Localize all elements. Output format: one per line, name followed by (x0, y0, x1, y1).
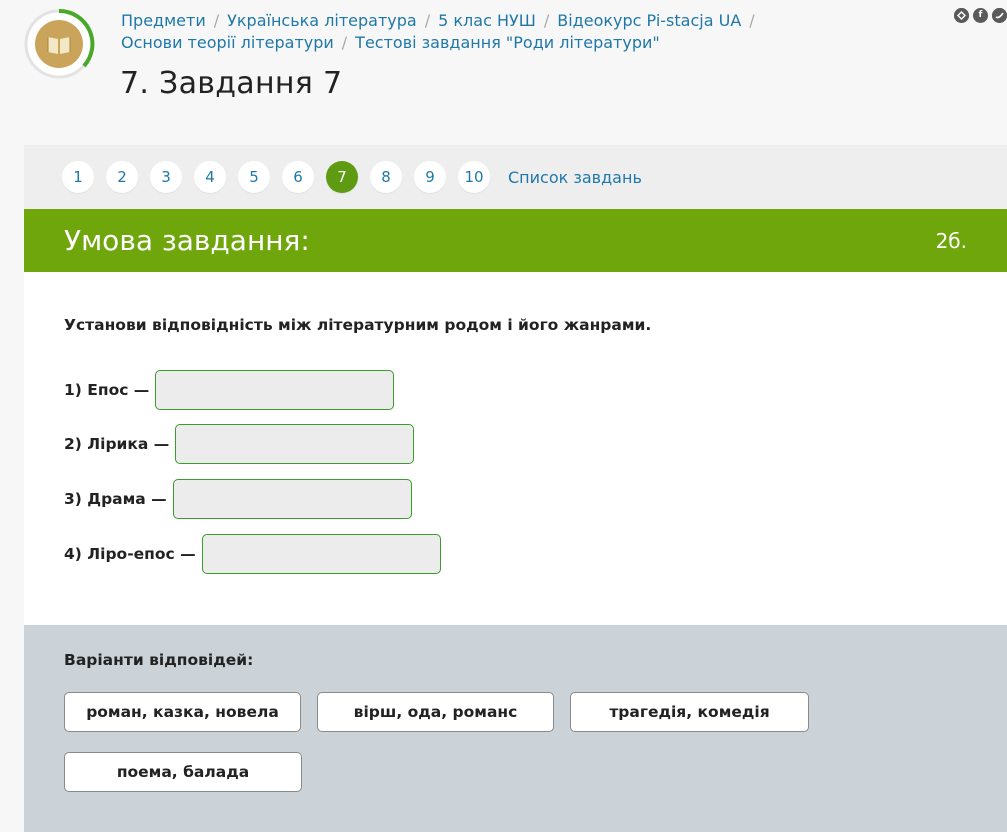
task-number-8[interactable]: 8 (370, 161, 402, 193)
breadcrumb-tests[interactable]: Тестові завдання "Роди літератури" (355, 33, 660, 52)
breadcrumb-subjects[interactable]: Предмети (121, 11, 206, 30)
breadcrumb-grade-5[interactable]: 5 клас НУШ (438, 11, 536, 30)
match-row-lyro-epos: 4) Ліро-епос — (64, 534, 441, 574)
breadcrumb-separator: / (543, 11, 550, 30)
drop-zone-4[interactable] (201, 534, 441, 574)
task-number-4[interactable]: 4 (194, 161, 226, 193)
facebook-icon[interactable]: f (973, 8, 988, 23)
task-number-2[interactable]: 2 (106, 161, 138, 193)
task-list-link[interactable]: Список завдань (508, 168, 642, 187)
match-row-drama: 3) Драма — (64, 479, 412, 519)
row-label: 4) Ліро-епос — (64, 545, 196, 563)
share-icons: f (954, 8, 1007, 23)
task-number-6[interactable]: 6 (282, 161, 314, 193)
task-number-7-active[interactable]: 7 (326, 161, 358, 193)
match-row-lyrics: 2) Лірика — (64, 424, 415, 464)
task-instruction: Установи відповідність між літературним … (64, 316, 652, 334)
row-label: 1) Епос — (64, 381, 150, 399)
condition-header: Умова завдання: 2б. (24, 209, 1007, 272)
row-label: 2) Лірика — (64, 435, 170, 453)
score-badge: 2б. (935, 228, 967, 253)
breadcrumb-videocourse[interactable]: Відеокурс Pi-stacja UA (557, 11, 741, 30)
answer-chip-3[interactable]: трагедія, комедія (570, 692, 809, 732)
breadcrumb-separator: / (749, 11, 755, 30)
match-row-epos: 1) Епос — (64, 370, 395, 410)
breadcrumb-separator: / (341, 33, 348, 52)
drop-zone-3[interactable] (172, 479, 412, 519)
drop-zone-2[interactable] (175, 424, 415, 464)
breadcrumb-separator: / (424, 11, 431, 30)
answer-chip-2[interactable]: вірш, ода, романс (317, 692, 554, 732)
task-number-10[interactable]: 10 (458, 161, 490, 193)
answer-options-panel: Варіанти відповідей: роман, казка, новел… (24, 625, 1007, 832)
row-label: 3) Драма — (64, 490, 167, 508)
book-logo-icon (22, 8, 96, 79)
answers-title: Варіанти відповідей: (64, 651, 254, 669)
condition-title: Умова завдання: (64, 224, 310, 257)
breadcrumb-theory[interactable]: Основи теорії літератури (121, 33, 334, 52)
task-number-5[interactable]: 5 (238, 161, 270, 193)
twitter-icon[interactable] (992, 8, 1007, 23)
drop-zone-1[interactable] (155, 370, 395, 410)
task-number-1[interactable]: 1 (62, 161, 94, 193)
breadcrumb-ukrainian-literature[interactable]: Українська література (227, 11, 417, 30)
answer-chip-4[interactable]: поема, балада (64, 752, 302, 792)
share-icon[interactable] (954, 8, 969, 23)
task-number-3[interactable]: 3 (150, 161, 182, 193)
answer-chip-1[interactable]: роман, казка, новела (64, 692, 301, 732)
task-body: Установи відповідність між літературним … (24, 272, 1007, 625)
page-title: 7. Завдання 7 (120, 66, 343, 101)
breadcrumb: Предмети / Українська література / 5 клас НУ… (121, 10, 921, 54)
task-number-9[interactable]: 9 (414, 161, 446, 193)
task-navigation: 1 2 3 4 5 6 7 8 9 10 Список завдань (24, 145, 1007, 209)
breadcrumb-separator: / (213, 11, 220, 30)
